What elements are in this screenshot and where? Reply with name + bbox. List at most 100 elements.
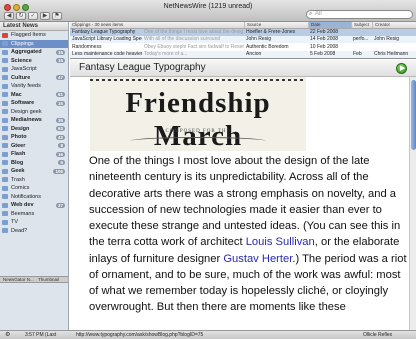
folder-icon	[2, 92, 8, 97]
article-title[interactable]: Fantasy League Typography	[79, 62, 206, 73]
flag-icon	[2, 32, 8, 38]
column-title[interactable]: Clippings - 30 news items	[70, 22, 244, 28]
status-url: http://www.typography.com/ask/showBlog.p…	[76, 332, 204, 338]
scrollbar-thumb[interactable]	[411, 80, 416, 150]
sidebar-item-vanity-feeds[interactable]: Vanity feeds	[0, 82, 68, 91]
headline-creator: John Resig	[374, 36, 400, 43]
column-subject[interactable]: Subject	[351, 22, 372, 28]
sidebar-item-label: Blog	[11, 159, 24, 166]
unread-count-badge: 63	[55, 126, 65, 131]
sidebar-item-dead[interactable]: Dead?	[0, 227, 68, 236]
link-louis-sullivan[interactable]: Louis Sullivan	[246, 236, 315, 248]
sidebar-item-gteer[interactable]: Gteer 8	[0, 142, 68, 151]
sidebar-header[interactable]: Latest News	[0, 22, 68, 31]
sidebar-item-trash[interactable]: Trash	[0, 176, 68, 185]
status-brand: Ollicle Reflex	[363, 332, 393, 338]
folder-icon	[2, 66, 8, 72]
table-row[interactable]: JavaScript Library Loading Speed With all…	[70, 36, 416, 44]
headline-date: 14 Feb 2008	[310, 36, 339, 43]
folder-icon	[2, 83, 8, 89]
tab-newsgator[interactable]: NewsGator N...	[3, 277, 34, 282]
sidebar-item-label: Software	[11, 100, 35, 106]
headline-subject: Feb	[353, 51, 362, 58]
window-titlebar: NetNewsWire (1219 unread) ◀ ↻ ✓ ▶ ⚑ ⌕ Al…	[0, 0, 416, 22]
sidebar-tabs: NewsGator N... Thumbnail	[0, 276, 68, 283]
ornament-border-top	[90, 79, 306, 81]
headline-summary: With all of the discussion surround	[144, 36, 221, 43]
sidebar-item-culture[interactable]: Culture 47	[0, 74, 68, 83]
headline-source: Authentic Boredom	[246, 43, 289, 50]
link-gustav-herter[interactable]: Gustav Herter	[223, 253, 292, 265]
tab-thumbnail[interactable]: Thumbnail	[38, 277, 59, 282]
sidebar-item-flash[interactable]: Flash 16	[0, 150, 68, 159]
refresh-icon[interactable]: ↻	[16, 12, 26, 20]
sidebar-item-mac[interactable]: Mac 61	[0, 91, 68, 100]
headline-source: Hoefler & Frere-Jones	[246, 29, 296, 35]
sidebar-item-javascript[interactable]: JavaScript	[0, 65, 68, 74]
folder-icon	[2, 194, 8, 199]
table-row[interactable]: Less maintenance code heavier with Apple…	[70, 51, 416, 59]
sidebar-item-label: Vanity feeds	[11, 83, 41, 89]
sidebar-item-label: Clippings	[11, 40, 34, 47]
headline-source: John Resig	[246, 36, 272, 43]
column-creator[interactable]: Creator	[372, 22, 416, 28]
folder-icon	[2, 58, 8, 63]
headline-creator	[374, 29, 416, 36]
sidebar-item-web-dev[interactable]: Web dev 37	[0, 201, 68, 210]
sidebar-item-photo[interactable]: Photo 42	[0, 133, 68, 142]
sidebar-item-notifications[interactable]: Notifications	[0, 193, 68, 202]
headline-summary: Obey Ebuoy stephi Fact sirs fadwalf to R…	[144, 43, 244, 50]
sidebar-item-geek[interactable]: Geek 105	[0, 167, 68, 176]
flag-toolbar-icon[interactable]: ⚑	[52, 12, 62, 20]
unread-count-badge: 8	[58, 143, 65, 148]
folder-icon	[2, 151, 8, 157]
headline-summary: One of the things I most love about the …	[144, 29, 244, 35]
gear-icon[interactable]: ⚙	[5, 331, 10, 339]
column-source[interactable]: Source	[244, 22, 308, 28]
headline-subject	[353, 29, 372, 36]
folder-icon	[2, 219, 8, 225]
headline-creator	[374, 44, 416, 51]
back-icon[interactable]: ◀	[4, 12, 14, 20]
column-date[interactable]: Date	[308, 22, 351, 28]
headline-creator: Chris Heilmann	[374, 51, 409, 58]
folder-icon	[2, 168, 8, 174]
headline-summary: Today's more of a...	[144, 51, 188, 58]
headline-date: 22 Feb 2008	[310, 29, 339, 35]
search-field[interactable]: ⌕ All	[306, 10, 413, 19]
article-poster-image: Friendship March COMPOSED FOR THE	[90, 77, 306, 151]
sidebar-item-tv[interactable]: TV	[0, 218, 68, 227]
sidebar-item-beemans[interactable]: Beemans	[0, 210, 68, 219]
sidebar-item-aggregated[interactable]: Aggregated 15	[0, 48, 68, 57]
next-unread-icon[interactable]: ▶	[40, 12, 50, 20]
headline-source: Ancion	[246, 51, 262, 58]
sidebar-item-flagged-items[interactable]: Flagged Items	[0, 31, 68, 40]
headline-title: Less maintenance code heavier with Apple…	[72, 51, 142, 58]
article-header: Fantasy League Typography ▶	[70, 60, 416, 77]
table-row[interactable]: Fantasy League Typography One of the thin…	[70, 29, 416, 36]
headline-title: Fantasy League Typography	[72, 29, 136, 35]
sidebar-item-label: Trash	[11, 176, 25, 183]
sidebar-item-science[interactable]: Science 15	[0, 57, 68, 66]
sidebar-item-comics[interactable]: Comics	[0, 184, 68, 193]
headline-date: 5 Feb 2008	[310, 51, 336, 58]
article-text: One of the things I most love about the …	[89, 155, 401, 249]
folder-icon	[2, 75, 8, 80]
sidebar-item-design-geek[interactable]: Design geek	[0, 108, 68, 117]
mark-read-icon[interactable]: ✓	[28, 12, 38, 20]
sidebar-item-media-news[interactable]: Media/news 35	[0, 116, 68, 125]
sidebar-item-software[interactable]: Software 15	[0, 99, 68, 108]
sidebar-item-label: Flash	[11, 151, 26, 157]
sidebar-item-label: Science	[11, 57, 32, 64]
status-bar: ⚙ 3:57 PM (Last http://www.typography.co…	[0, 330, 416, 339]
sidebar-item-label: TV	[11, 219, 19, 225]
sidebar-item-design[interactable]: Design 63	[0, 125, 68, 134]
sidebar-item-label: Aggregated	[11, 49, 42, 55]
unread-count-badge: 6	[58, 160, 65, 165]
window-title: NetNewsWire (1219 unread)	[163, 3, 253, 10]
open-in-browser-button[interactable]: ▶	[396, 63, 407, 74]
table-row[interactable]: Randomness Obey Ebuoy stephi Fact sirs fa…	[70, 44, 416, 51]
sidebar-item-clippings[interactable]: Clippings	[0, 39, 68, 48]
article-scrollbar[interactable]	[409, 77, 416, 330]
sidebar-item-blog[interactable]: Blog 6	[0, 159, 68, 168]
